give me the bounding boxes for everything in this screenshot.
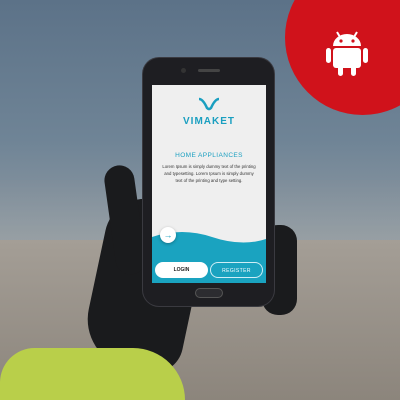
jacket-sleeve (0, 348, 185, 400)
android-icon (326, 31, 368, 76)
logo-mark-icon (198, 97, 220, 111)
description: Lorem Ipsum is simply dummy text of the … (162, 164, 256, 183)
home-button[interactable] (195, 288, 223, 298)
arrow-right-icon: → (163, 230, 173, 240)
app-logo: VIMAKET (152, 97, 266, 127)
page-title: HOME APPLIANCES (175, 152, 243, 159)
speaker (198, 69, 220, 72)
phone: VIMAKET HOME APPLIANCES Lorem Ipsum is s… (143, 58, 274, 306)
logo-text: VIMAKET (183, 116, 235, 127)
camera (181, 68, 186, 73)
login-button[interactable]: LOGIN (155, 262, 208, 278)
app-screen: VIMAKET HOME APPLIANCES Lorem Ipsum is s… (152, 85, 266, 283)
next-button[interactable]: → (160, 227, 176, 243)
register-button[interactable]: REGISTER (210, 262, 263, 278)
